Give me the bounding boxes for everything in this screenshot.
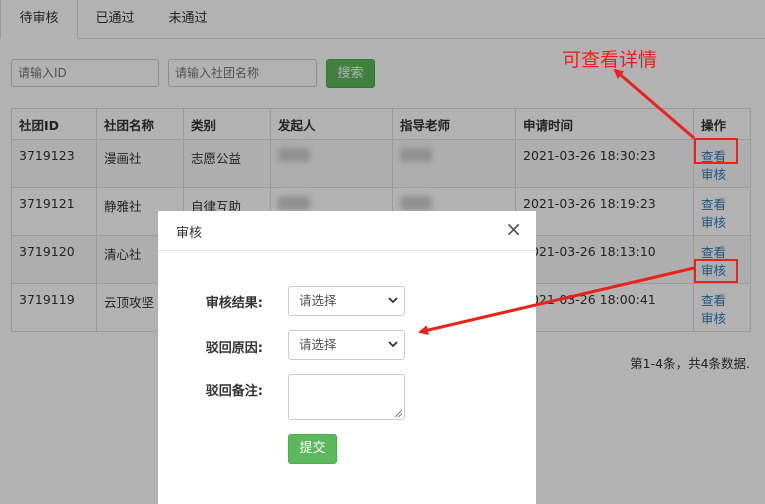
arrow-to-reason	[418, 266, 695, 336]
arrow-to-view	[613, 68, 695, 140]
annotation-arrows	[418, 68, 695, 336]
